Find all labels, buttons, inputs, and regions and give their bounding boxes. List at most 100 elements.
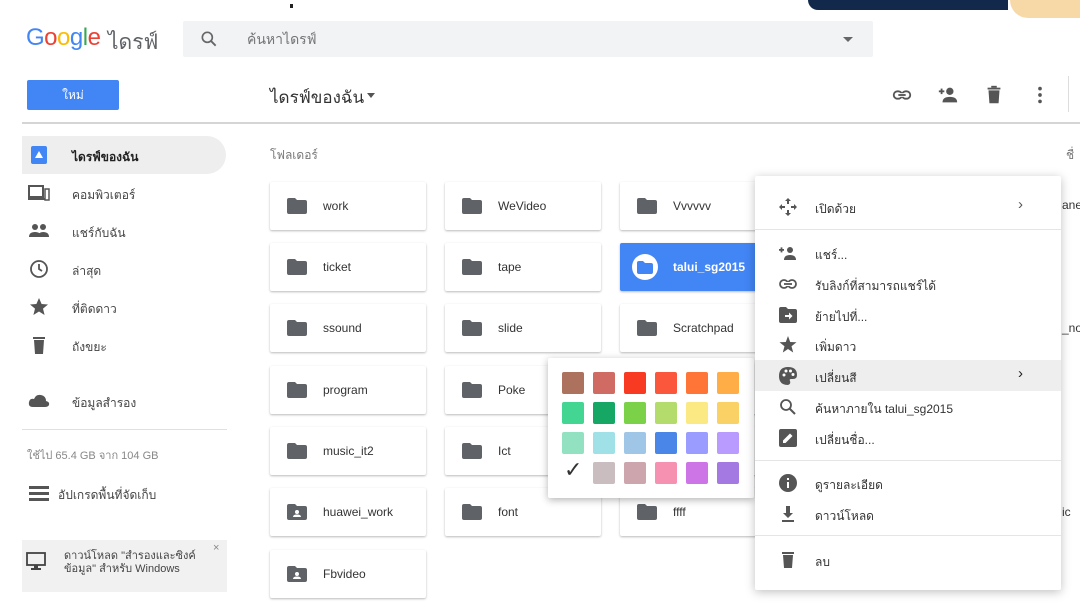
product-name: ไดรฟ์ xyxy=(108,31,159,54)
folder-item[interactable]: slide xyxy=(445,304,601,352)
folder-item[interactable]: music_it2 xyxy=(270,427,426,475)
upgrade-storage-link[interactable]: อัปเกรดพื้นที่จัดเก็บ xyxy=(22,474,226,512)
folder-name: font xyxy=(498,505,519,519)
sidebar-item-backups[interactable]: ข้อมูลสำรอง xyxy=(22,382,226,420)
name-column-label[interactable]: ชื่ xyxy=(1066,146,1074,165)
color-swatch[interactable] xyxy=(717,402,739,424)
context-menu: เปิดด้วย › แชร์... รับลิงก์ที่สามารถแชร์ได้… xyxy=(755,176,1061,590)
menu-item[interactable]: รับลิงก์ที่สามารถแชร์ได้ xyxy=(755,268,1061,299)
color-swatch[interactable] xyxy=(655,462,677,484)
menu-item-label: ดาวน์โหลด xyxy=(815,509,874,523)
sidebar-item-my-drive[interactable]: ไดรฟ์ของฉัน xyxy=(22,136,226,174)
folder-item[interactable]: WeVideo xyxy=(445,182,601,230)
folder-item[interactable]: Fbvideo xyxy=(270,550,426,598)
close-icon[interactable]: × xyxy=(213,542,219,554)
color-swatch[interactable] xyxy=(624,432,646,454)
search-input[interactable] xyxy=(247,27,807,51)
color-swatch[interactable] xyxy=(717,432,739,454)
sidebar-item-label: ข้อมูลสำรอง xyxy=(72,396,137,410)
color-swatch[interactable] xyxy=(562,458,584,484)
color-swatch[interactable] xyxy=(686,372,708,394)
link-icon[interactable] xyxy=(891,84,913,106)
storage-usage: ใช้ไป 65.4 GB จาก 104 GB xyxy=(27,450,159,462)
color-swatch[interactable] xyxy=(655,432,677,454)
menu-item[interactable]: แชร์... xyxy=(755,237,1061,268)
sidebar-item-recent[interactable]: ล่าสุด xyxy=(22,250,226,288)
color-swatch[interactable] xyxy=(686,462,708,484)
logo-letter: g xyxy=(69,24,83,51)
sidebar-item-computers[interactable]: คอมพิวเตอร์ xyxy=(22,174,226,212)
menu-item[interactable]: เปลี่ยนชื่อ... xyxy=(755,422,1061,453)
logo-letter: o xyxy=(57,24,70,51)
trash-icon[interactable] xyxy=(983,84,1005,106)
color-swatch[interactable] xyxy=(717,462,739,484)
folder-item[interactable]: Scratchpad xyxy=(620,304,776,352)
color-palette xyxy=(548,358,754,498)
folder-name-clipped[interactable]: ic xyxy=(1062,505,1071,519)
folder-icon xyxy=(287,259,307,275)
color-swatch[interactable] xyxy=(593,432,615,454)
google-logo[interactable]: Google xyxy=(26,24,101,52)
color-swatch[interactable] xyxy=(593,462,615,484)
link-icon xyxy=(779,275,797,293)
color-swatch[interactable] xyxy=(624,372,646,394)
sidebar-item-trash[interactable]: ถังขยะ xyxy=(22,326,226,364)
color-swatch[interactable] xyxy=(624,462,646,484)
color-swatch[interactable] xyxy=(593,372,615,394)
menu-item[interactable]: ค้นหาภายใน talui_sg2015 xyxy=(755,391,1061,422)
trash-icon xyxy=(779,551,797,569)
color-swatch[interactable] xyxy=(562,402,584,424)
color-swatch[interactable] xyxy=(655,372,677,394)
folder-name: work xyxy=(323,199,349,213)
search-bar[interactable] xyxy=(183,21,873,57)
new-button[interactable]: ใหม่ xyxy=(27,80,119,110)
color-swatch[interactable] xyxy=(624,402,646,424)
search-icon[interactable] xyxy=(199,29,219,49)
folder-item[interactable]: ticket xyxy=(270,243,426,291)
folder-icon xyxy=(287,320,307,336)
folder-item[interactable]: talui_sg2015 xyxy=(620,243,776,291)
color-swatch[interactable] xyxy=(686,432,708,454)
folder-name-clipped[interactable]: ane xyxy=(1062,198,1080,212)
menu-item-label: ย้ายไปที่... xyxy=(815,310,868,324)
folder-item[interactable]: tape xyxy=(445,243,601,291)
menu-item[interactable]: ดูรายละเอียด xyxy=(755,467,1061,498)
color-swatch[interactable] xyxy=(686,402,708,424)
folder-icon xyxy=(462,382,482,398)
color-swatch[interactable] xyxy=(717,372,739,394)
decoration-dot xyxy=(290,4,293,8)
breadcrumb[interactable]: ไดรฟ์ของฉัน xyxy=(270,84,364,111)
folder-name: huawei_work xyxy=(323,505,394,519)
folder-name-clipped[interactable]: _not xyxy=(1062,321,1080,335)
search-options-dropdown[interactable] xyxy=(843,37,853,42)
sidebar-item-starred[interactable]: ที่ติดดาว xyxy=(22,288,226,326)
folder-item[interactable]: program xyxy=(270,366,426,414)
menu-item[interactable]: เปิดด้วย › xyxy=(755,191,1061,222)
color-swatch[interactable] xyxy=(593,402,615,424)
star-icon xyxy=(779,336,797,354)
drive-icon xyxy=(31,146,47,164)
menu-item-label: ดูรายละเอียด xyxy=(815,478,883,492)
sidebar-item-shared[interactable]: แชร์กับฉัน xyxy=(22,212,226,250)
add-person-icon[interactable] xyxy=(937,84,959,106)
color-swatch[interactable] xyxy=(562,432,584,454)
folder-item[interactable]: Vvvvvv xyxy=(620,182,776,230)
menu-item[interactable]: เพิ่มดาว xyxy=(755,329,1061,360)
folder-item[interactable]: ssound xyxy=(270,304,426,352)
people-icon xyxy=(29,224,49,237)
folder-icon xyxy=(637,198,657,214)
color-swatch[interactable] xyxy=(562,372,584,394)
chevron-down-icon[interactable] xyxy=(367,93,375,98)
menu-item[interactable]: เปลี่ยนสี › xyxy=(755,360,1061,391)
folder-item[interactable]: work xyxy=(270,182,426,230)
download-backup-promo[interactable]: ดาวน์โหลด "สำรองและซิงค์ข้อมูล" สำหรับ W… xyxy=(22,540,227,592)
folder-item[interactable]: huawei_work xyxy=(270,488,426,536)
menu-item[interactable]: ลบ xyxy=(755,544,1061,575)
menu-item[interactable]: ย้ายไปที่... xyxy=(755,299,1061,330)
more-vert-icon[interactable] xyxy=(1029,84,1051,106)
color-swatch[interactable] xyxy=(655,402,677,424)
sidebar: ไดรฟ์ของฉัน คอมพิวเตอร์ แชร์กับฉัน ล่าสุ… xyxy=(22,124,232,594)
folder-name: talui_sg2015 xyxy=(673,260,746,274)
menu-item[interactable]: ดาวน์โหลด xyxy=(755,498,1061,529)
trash-icon xyxy=(33,337,45,354)
